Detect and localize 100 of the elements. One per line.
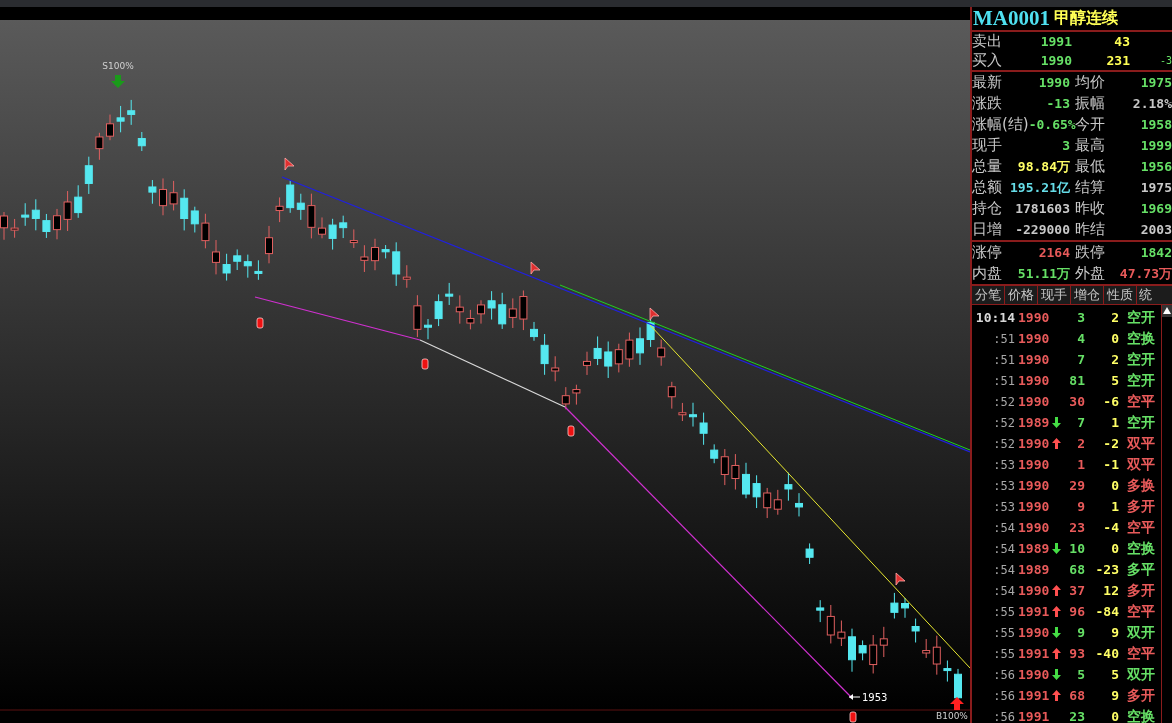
scroll-up-icon[interactable] bbox=[1162, 305, 1172, 317]
column-tab[interactable]: 现手 bbox=[1038, 286, 1071, 304]
column-tab[interactable]: 增仓 bbox=[1071, 286, 1104, 304]
trade-price: 1991 bbox=[1017, 688, 1051, 703]
candle bbox=[307, 193, 316, 239]
candle bbox=[636, 326, 644, 366]
open-interest-change: 12 bbox=[1102, 583, 1119, 598]
candle bbox=[42, 213, 51, 239]
candle bbox=[445, 282, 454, 306]
volume-value: 43 bbox=[1113, 34, 1130, 49]
candle bbox=[943, 660, 952, 683]
trade-volume: 4 bbox=[1076, 331, 1085, 346]
candle bbox=[869, 634, 878, 674]
candle bbox=[106, 114, 114, 141]
trade-nature: 多开 bbox=[1127, 497, 1156, 516]
candle bbox=[233, 248, 242, 271]
trade-nature: 空平 bbox=[1127, 518, 1156, 537]
trade-price: 1990 bbox=[1017, 667, 1051, 682]
trade-volume: 2 bbox=[1076, 436, 1085, 451]
open-interest-change: -6 bbox=[1102, 394, 1119, 409]
field-label: 总额 bbox=[972, 178, 1002, 197]
trade-time: :56 bbox=[992, 709, 1016, 723]
candle bbox=[604, 341, 613, 379]
trade-price: 1989 bbox=[1017, 541, 1051, 556]
trade-volume: 1 bbox=[1076, 457, 1085, 472]
candle bbox=[137, 131, 146, 152]
trade-volume: 23 bbox=[1068, 709, 1085, 723]
trade-volume: 3 bbox=[1076, 310, 1085, 325]
candle bbox=[689, 402, 697, 428]
open-interest-change: -4 bbox=[1102, 520, 1119, 535]
trade-time: :55 bbox=[992, 646, 1016, 661]
open-interest-change: 5 bbox=[1110, 373, 1119, 388]
candle bbox=[169, 180, 178, 211]
trade-nature: 空换 bbox=[1127, 539, 1156, 558]
open-interest-change: 1 bbox=[1110, 415, 1119, 430]
field-label: 昨结 bbox=[1075, 220, 1105, 239]
candle bbox=[625, 332, 634, 368]
field-label: 现手 bbox=[972, 136, 1002, 155]
trade-nature: 多开 bbox=[1127, 686, 1156, 705]
trade-price: 1990 bbox=[1017, 457, 1051, 472]
open-interest-change: -40 bbox=[1094, 646, 1119, 661]
open-interest-change: 2 bbox=[1110, 310, 1119, 325]
flag-icon bbox=[530, 261, 541, 275]
candle bbox=[0, 211, 8, 241]
trade-price: 1990 bbox=[1017, 499, 1051, 514]
candle bbox=[222, 253, 231, 282]
candle bbox=[21, 202, 30, 227]
field-label: 涨幅(结) bbox=[972, 115, 1029, 134]
trade-time: :54 bbox=[992, 541, 1016, 556]
open-interest-change: 0 bbox=[1110, 709, 1119, 723]
open-interest-change: 0 bbox=[1110, 478, 1119, 493]
trade-nature: 空开 bbox=[1127, 371, 1156, 390]
field-label: 今开 bbox=[1075, 115, 1105, 134]
trade-price: 1990 bbox=[1017, 373, 1051, 388]
trade-price: 1990 bbox=[1017, 478, 1051, 493]
trade-price: 1989 bbox=[1017, 562, 1051, 577]
field-value: 1975 bbox=[1140, 75, 1172, 90]
field-label: 最新 bbox=[972, 73, 1002, 92]
change-value: -3 bbox=[1158, 55, 1172, 66]
candle bbox=[424, 318, 432, 340]
field-value: 1969 bbox=[1140, 201, 1172, 216]
trade-price: 1990 bbox=[1017, 352, 1051, 367]
trade-nature: 多开 bbox=[1127, 581, 1156, 600]
candle bbox=[466, 309, 475, 330]
field-value: 1975 bbox=[1140, 180, 1172, 195]
field-label: 持仓 bbox=[972, 199, 1002, 218]
flag-icon bbox=[284, 157, 295, 171]
up-arrow-icon bbox=[950, 697, 964, 710]
candle bbox=[254, 259, 263, 281]
column-tab[interactable]: 价格 bbox=[1005, 286, 1038, 304]
trade-price: 1991 bbox=[1017, 604, 1051, 619]
trade-nature: 双开 bbox=[1127, 623, 1156, 642]
candle bbox=[879, 626, 888, 658]
marker-icon bbox=[421, 358, 429, 370]
trade-nature: 空平 bbox=[1127, 644, 1156, 663]
field-value: 3 bbox=[1062, 138, 1070, 153]
trade-time: :52 bbox=[992, 436, 1016, 451]
trade-time: :53 bbox=[992, 478, 1016, 493]
column-tab[interactable]: 性质 bbox=[1104, 286, 1137, 304]
trade-nature: 空开 bbox=[1127, 308, 1156, 327]
candle bbox=[731, 453, 740, 490]
candle bbox=[530, 321, 538, 342]
candle bbox=[349, 228, 358, 249]
trade-time: :52 bbox=[992, 394, 1016, 409]
candle bbox=[837, 620, 846, 647]
candle bbox=[805, 542, 814, 565]
field-value: -0.65% bbox=[1028, 117, 1076, 132]
candle bbox=[477, 299, 485, 325]
trade-price: 1990 bbox=[1017, 583, 1051, 598]
column-tab[interactable]: 分笔 bbox=[972, 286, 1005, 304]
open-interest-change: 9 bbox=[1110, 688, 1119, 703]
trade-nature: 空平 bbox=[1127, 602, 1156, 621]
trade-time: :54 bbox=[992, 520, 1016, 535]
candle bbox=[95, 132, 104, 161]
candle bbox=[699, 412, 708, 446]
candle bbox=[159, 177, 167, 216]
column-tab[interactable]: 统 bbox=[1137, 286, 1172, 304]
candle bbox=[265, 225, 273, 264]
open-interest-change: -23 bbox=[1094, 562, 1119, 577]
candle bbox=[508, 297, 517, 329]
